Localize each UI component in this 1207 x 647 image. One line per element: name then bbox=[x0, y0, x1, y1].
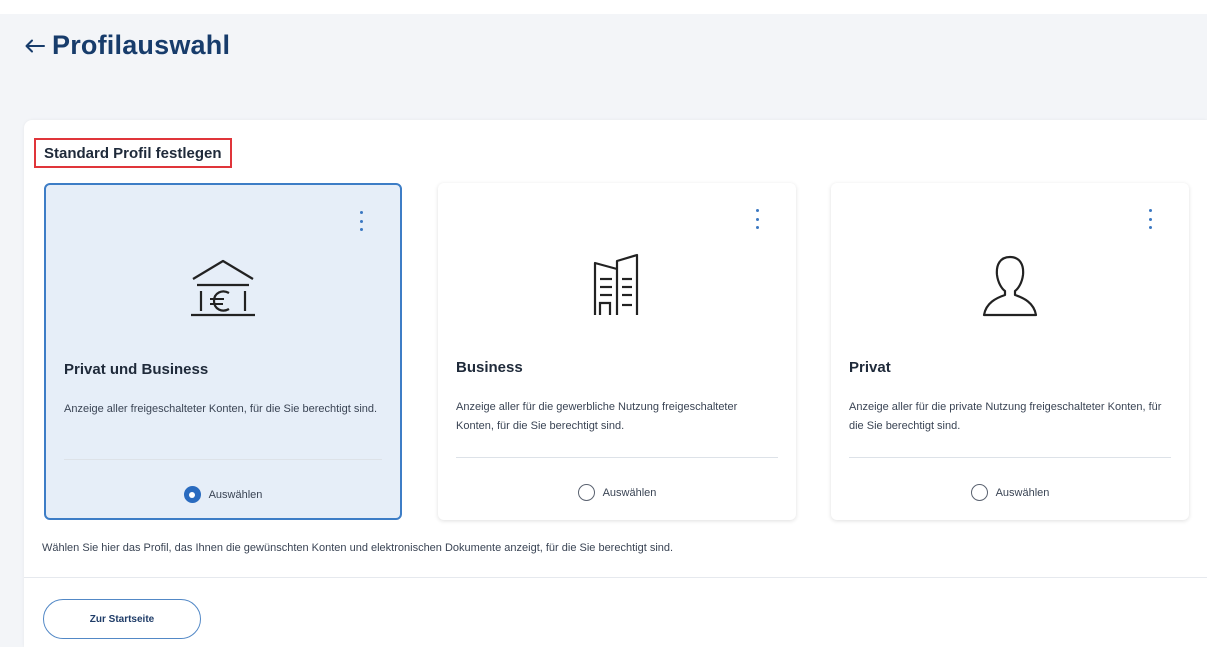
page-header: Profilauswahl bbox=[20, 30, 230, 61]
page-title: Profilauswahl bbox=[52, 30, 231, 60]
arrow-left-icon[interactable] bbox=[20, 31, 50, 61]
radio-label: Auswählen bbox=[602, 486, 657, 499]
card-title: Privat bbox=[849, 359, 891, 376]
radio-label: Auswählen bbox=[995, 486, 1050, 499]
office-building-icon bbox=[593, 253, 639, 315]
radio-button[interactable] bbox=[577, 484, 595, 501]
person-icon bbox=[982, 255, 1038, 317]
card-title: Privat und Business bbox=[64, 361, 209, 378]
card-divider bbox=[456, 457, 778, 458]
select-radio-row[interactable]: Auswählen bbox=[438, 484, 796, 501]
profile-panel: Standard Profil festlegen Privat und Bus… bbox=[24, 120, 1207, 647]
more-vertical-icon[interactable] bbox=[356, 211, 366, 231]
start-page-button[interactable]: Zur Startseite bbox=[43, 599, 201, 639]
divider bbox=[24, 577, 1207, 578]
hint-text: Wählen Sie hier das Profil, das Ihnen di… bbox=[42, 542, 674, 554]
card-divider bbox=[64, 459, 382, 460]
select-radio-row[interactable]: Auswählen bbox=[46, 486, 400, 503]
radio-button[interactable] bbox=[970, 484, 988, 501]
radio-button-selected[interactable] bbox=[183, 486, 201, 503]
card-description: Anzeige aller freigeschalteter Konten, f… bbox=[64, 403, 378, 415]
card-description: Anzeige aller für die gewerbliche Nutzun… bbox=[456, 401, 738, 432]
more-vertical-icon[interactable] bbox=[752, 209, 762, 229]
more-vertical-icon[interactable] bbox=[1145, 209, 1155, 229]
top-bar bbox=[0, 0, 1207, 14]
section-title: Standard Profil festlegen bbox=[34, 138, 232, 168]
profile-card-business[interactable]: Business Anzeige aller für die gewerblic… bbox=[438, 183, 796, 520]
profile-card-privat[interactable]: Privat Anzeige aller für die private Nut… bbox=[831, 183, 1189, 520]
card-description: Anzeige aller für die private Nutzung fr… bbox=[849, 401, 1162, 432]
profile-card-privat-und-business[interactable]: Privat und Business Anzeige aller freige… bbox=[44, 183, 402, 520]
select-radio-row[interactable]: Auswählen bbox=[831, 484, 1189, 501]
card-divider bbox=[849, 457, 1171, 458]
bank-euro-icon bbox=[191, 259, 255, 317]
card-title: Business bbox=[456, 359, 523, 376]
radio-label: Auswählen bbox=[208, 488, 263, 501]
